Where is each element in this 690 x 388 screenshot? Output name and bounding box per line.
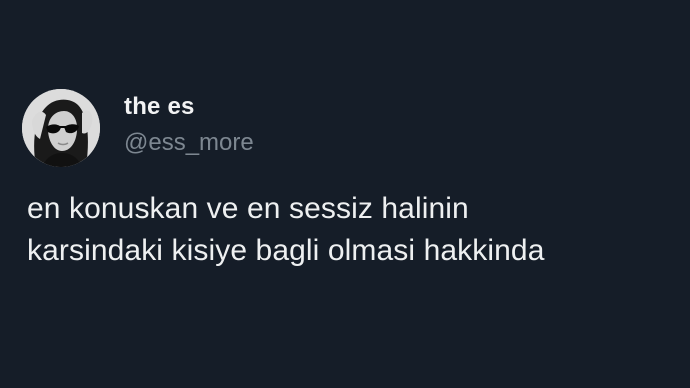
avatar[interactable] — [22, 89, 100, 167]
profile-photo-icon — [22, 89, 100, 167]
tweet-header: the es @ess_more — [22, 88, 254, 168]
display-name[interactable]: the es — [124, 92, 254, 122]
user-handle[interactable]: @ess_more — [124, 128, 254, 158]
tweet-text-line-1: en konuskan ve en sessiz halinin — [27, 192, 469, 225]
tweet-text: en konuskan ve en sessiz halinin karsind… — [27, 188, 677, 272]
author-names: the es @ess_more — [124, 93, 254, 158]
tweet-text-line-2: karsindaki kisiye bagli olmasi hakkinda — [27, 234, 545, 267]
tweet-card: the es @ess_more en konuskan ve en sessi… — [0, 0, 690, 388]
